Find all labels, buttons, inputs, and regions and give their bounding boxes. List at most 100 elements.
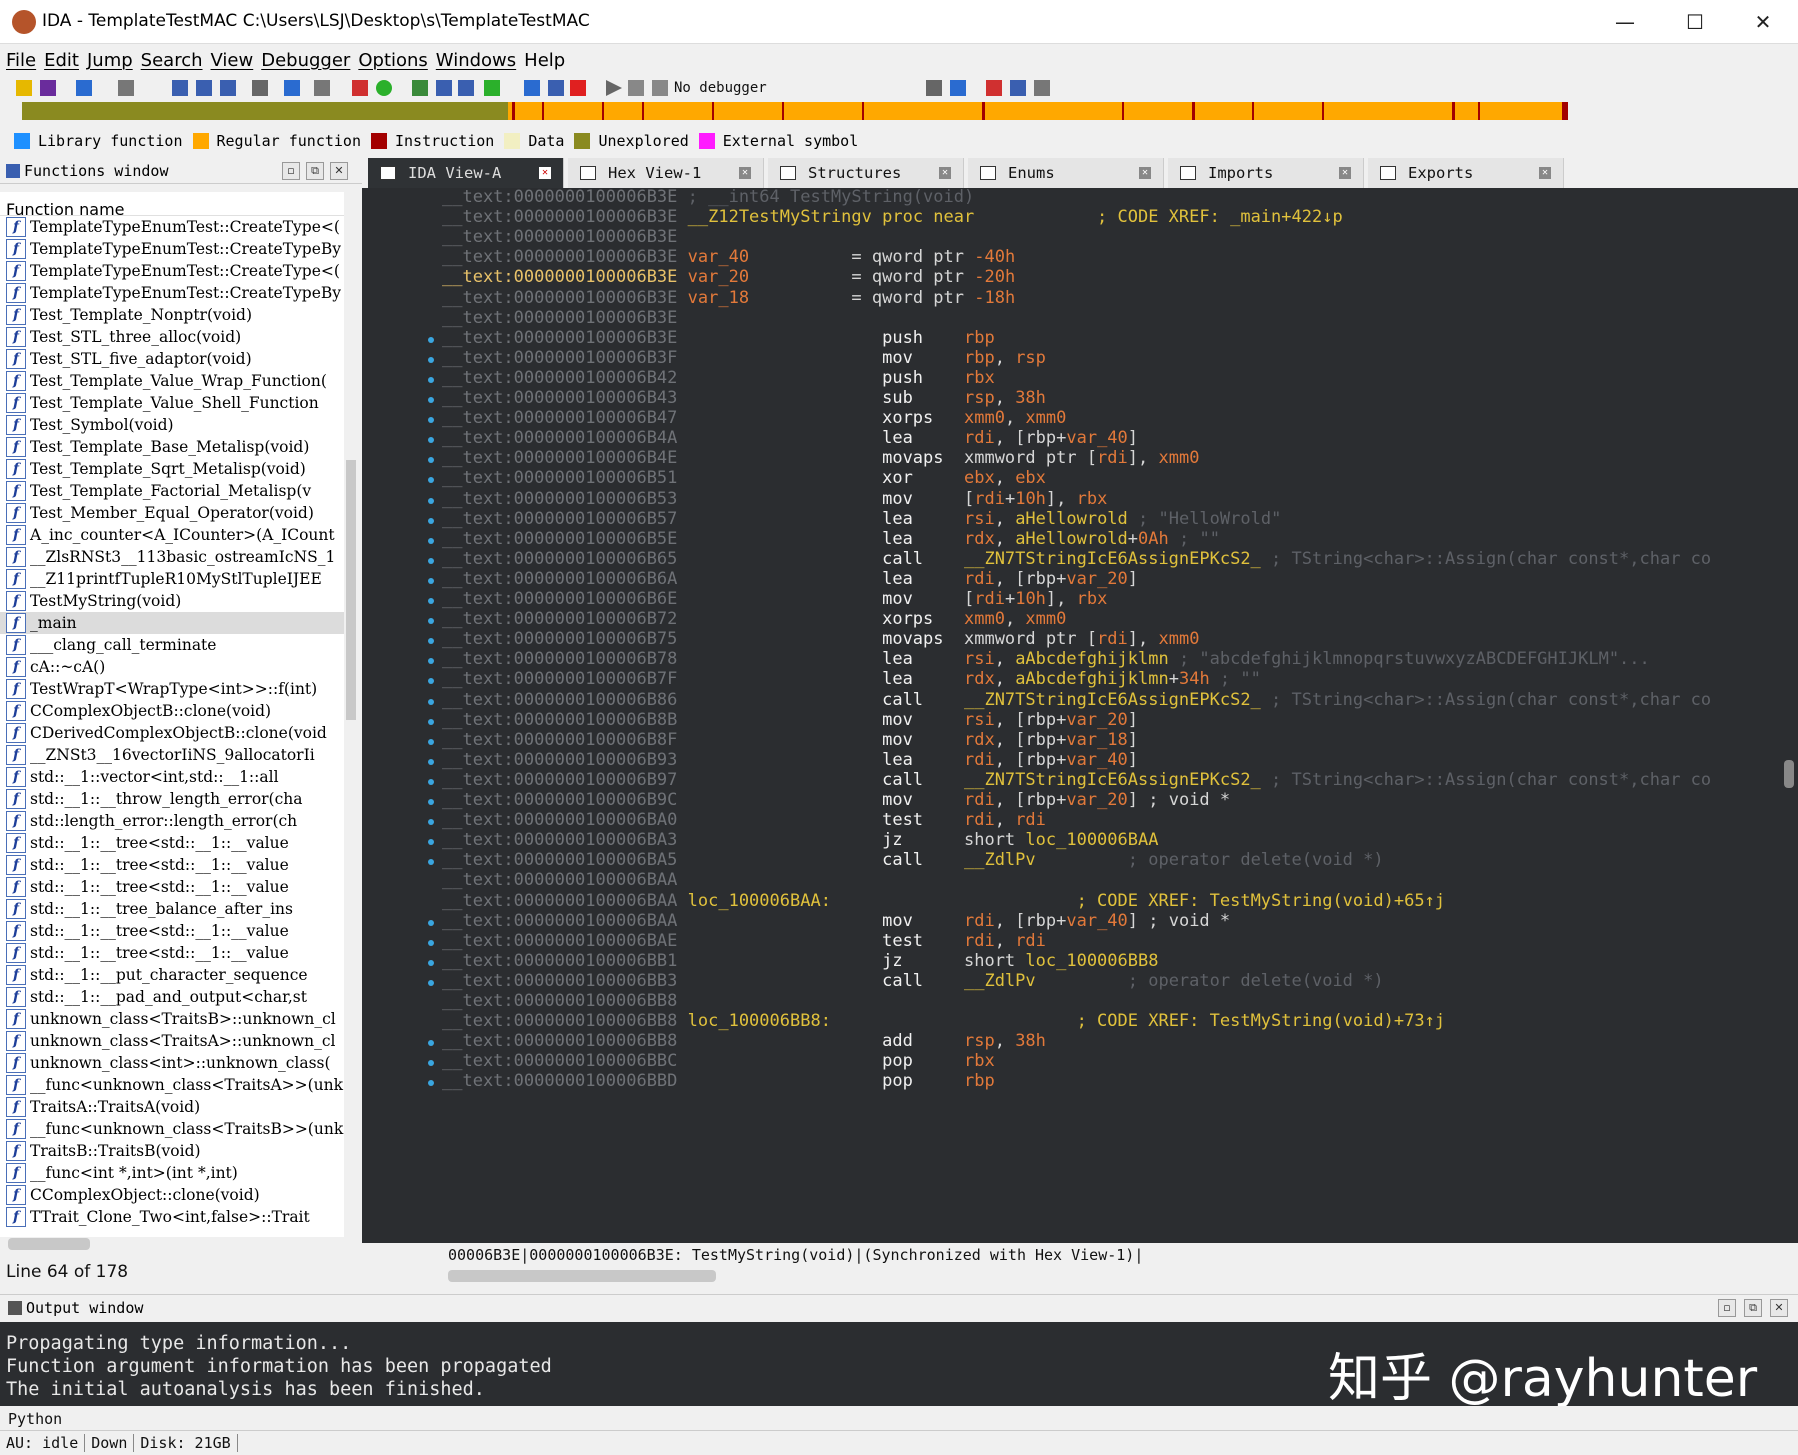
restore-panel-button[interactable]: ▫	[1718, 1299, 1736, 1317]
function-list-item[interactable]: f Test_Symbol(void)	[0, 414, 344, 436]
breakpoint-dot[interactable]	[428, 618, 434, 625]
menu-options[interactable]: Options	[358, 50, 427, 71]
attach-icon[interactable]	[950, 80, 966, 96]
graph-icon[interactable]	[314, 80, 330, 96]
breakpoint-dot[interactable]	[428, 959, 434, 966]
close-tab-icon[interactable]: ✕	[939, 167, 951, 179]
function-list-item[interactable]: f Test_STL_five_adaptor(void)	[0, 348, 344, 370]
tab-imports[interactable]: Imports ✕	[1168, 158, 1364, 188]
tools-icon[interactable]	[1034, 80, 1050, 96]
breakpoint-dot[interactable]	[428, 437, 434, 444]
green-arrow-icon[interactable]	[484, 80, 500, 96]
close-panel-button[interactable]: ✕	[330, 162, 348, 180]
close-tab-icon[interactable]: ✕	[539, 167, 551, 179]
breakpoint-dot[interactable]	[428, 1040, 434, 1047]
function-list-item[interactable]: f std::__1::__tree<std::__1::__value	[0, 854, 344, 876]
breakpoint-dot[interactable]	[428, 417, 434, 424]
structures-icon[interactable]	[220, 80, 236, 96]
function-list-item[interactable]: f Test_Template_Factorial_Metalisp(v	[0, 480, 344, 502]
function-list-hscroll-thumb[interactable]	[8, 1238, 90, 1250]
breakpoint-dot[interactable]	[428, 819, 434, 826]
tab-ida-view-a[interactable]: IDA View-A ✕	[368, 158, 564, 188]
function-name-column-header[interactable]: Function name	[0, 192, 344, 219]
function-list-item[interactable]: f std::__1::__tree<std::__1::__value	[0, 832, 344, 854]
breakpoint-dot[interactable]	[428, 598, 434, 604]
function-list-item[interactable]: f A_inc_counter<A_ICounter>(A_ICount	[0, 524, 344, 546]
function-list-item[interactable]: f __func<int *,int>(int *,int)	[0, 1162, 344, 1184]
disassembly-line[interactable]: __text:0000000100006BBD pop rbp	[442, 1070, 995, 1093]
breakpoint-dot[interactable]	[428, 738, 434, 745]
function-list-item[interactable]: f cA::~cA()	[0, 656, 344, 678]
menu-windows[interactable]: Windows	[436, 50, 516, 71]
function-list-item[interactable]: f TemplateTypeEnumTest::CreateTypeBy	[0, 282, 344, 304]
close-tab-icon[interactable]: ✕	[1539, 167, 1551, 179]
function-list-item[interactable]: f TemplateTypeEnumTest::CreateTypeBy	[0, 238, 344, 260]
stop-debug-icon[interactable]	[652, 80, 668, 96]
function-list-item[interactable]: f Test_Template_Value_Shell_Function	[0, 392, 344, 414]
function-list-item[interactable]: f __func<unknown_class<TraitsA>>(unk	[0, 1074, 344, 1096]
float-panel-button[interactable]: ⧉	[1744, 1299, 1762, 1317]
tab-exports[interactable]: Exports ✕	[1368, 158, 1564, 188]
function-list-item[interactable]: f _main	[0, 612, 344, 634]
disassembly-view[interactable]: __text:0000000100006B3E ; __int64 TestMy…	[362, 188, 1780, 1243]
function-list-item[interactable]: f Test_Template_Sqrt_Metalisp(void)	[0, 458, 344, 480]
function-list-item[interactable]: f std::__1::__tree_balance_after_ins	[0, 898, 344, 920]
close-tab-icon[interactable]: ✕	[1339, 167, 1351, 179]
warning-icon[interactable]	[352, 80, 368, 96]
debug-options-icon[interactable]	[926, 80, 942, 96]
breakpoint-dot[interactable]	[428, 718, 434, 725]
function-list-item[interactable]: f __ZlsRNSt3__113basic_ostreamIcNS_1	[0, 546, 344, 568]
breakpoint-dot[interactable]	[428, 839, 434, 846]
tab-structures[interactable]: Structures ✕	[768, 158, 964, 188]
breakpoints-list-icon[interactable]	[986, 80, 1002, 96]
breakpoint-dot[interactable]	[428, 1080, 434, 1087]
function-list-item[interactable]: f TemplateTypeEnumTest::CreateType<(	[0, 260, 344, 282]
data-icon[interactable]	[284, 80, 300, 96]
breakpoint-dot[interactable]	[428, 356, 434, 363]
menu-jump[interactable]: Jump	[87, 50, 133, 71]
tab-enums[interactable]: Enums ✕	[968, 158, 1164, 188]
function-list-item[interactable]: f unknown_class<TraitsA>::unknown_cl	[0, 1030, 344, 1052]
close-panel-button[interactable]: ✕	[1770, 1299, 1788, 1317]
breakpoint-dot[interactable]	[428, 397, 434, 403]
breakpoint-dot[interactable]	[428, 497, 434, 504]
breakpoint-dot[interactable]	[428, 919, 434, 926]
list-icon[interactable]	[458, 80, 474, 96]
code-icon[interactable]	[252, 80, 268, 96]
breakpoint-dot[interactable]	[428, 457, 434, 464]
menu-view[interactable]: View	[211, 50, 254, 71]
function-list-item[interactable]: f __ZNSt3__16vectorIiNS_9allocatorIi	[0, 744, 344, 766]
function-list-scroll-thumb[interactable]	[346, 460, 356, 720]
menu-search[interactable]: Search	[141, 50, 203, 71]
forward-arrow-icon[interactable]	[118, 80, 134, 96]
function-list-item[interactable]: f Test_Template_Nonptr(void)	[0, 304, 344, 326]
maximize-button[interactable]: ☐	[1660, 0, 1730, 44]
function-list-item[interactable]: f TraitsA::TraitsA(void)	[0, 1096, 344, 1118]
breakpoint-dot[interactable]	[428, 939, 434, 946]
function-list-item[interactable]: f CDerivedComplexObjectB::clone(void	[0, 722, 344, 744]
breakpoint-dot[interactable]	[428, 758, 434, 765]
function-list-item[interactable]: f Test_Member_Equal_Operator(void)	[0, 502, 344, 524]
disassembly-scroll-thumb[interactable]	[1784, 760, 1794, 788]
function-list-item[interactable]: f ___clang_call_terminate	[0, 634, 344, 656]
function-list-item[interactable]: f CComplexObject::clone(void)	[0, 1184, 344, 1206]
function-list-item[interactable]: f __func<unknown_class<TraitsB>>(unk	[0, 1118, 344, 1140]
function-list-item[interactable]: f std::__1::__pad_and_output<char,st	[0, 986, 344, 1008]
create-function-icon[interactable]	[172, 80, 188, 96]
edit-icon[interactable]	[548, 80, 564, 96]
breakpoint-dot[interactable]	[428, 979, 434, 986]
xrefs-icon[interactable]	[436, 80, 452, 96]
function-list-item[interactable]: f Test_Template_Value_Wrap_Function(	[0, 370, 344, 392]
breakpoint-icon[interactable]	[524, 80, 540, 96]
restore-panel-button[interactable]: ▫	[282, 162, 300, 180]
function-list-item[interactable]: f unknown_class<TraitsB>::unknown_cl	[0, 1008, 344, 1030]
tab-hex-view[interactable]: Hex View-1 ✕	[568, 158, 764, 188]
breakpoint-dot[interactable]	[428, 799, 434, 805]
breakpoint-dot[interactable]	[428, 376, 434, 383]
run-analysis-icon[interactable]	[376, 80, 392, 96]
pause-icon[interactable]	[628, 80, 644, 96]
disassembly-hscroll-thumb[interactable]	[448, 1270, 716, 1282]
breakpoint-dot[interactable]	[428, 658, 434, 665]
function-list-item[interactable]: f TTrait_Clone_Two<int,false>::Trait	[0, 1206, 344, 1228]
breakpoint-dot[interactable]	[428, 698, 434, 705]
